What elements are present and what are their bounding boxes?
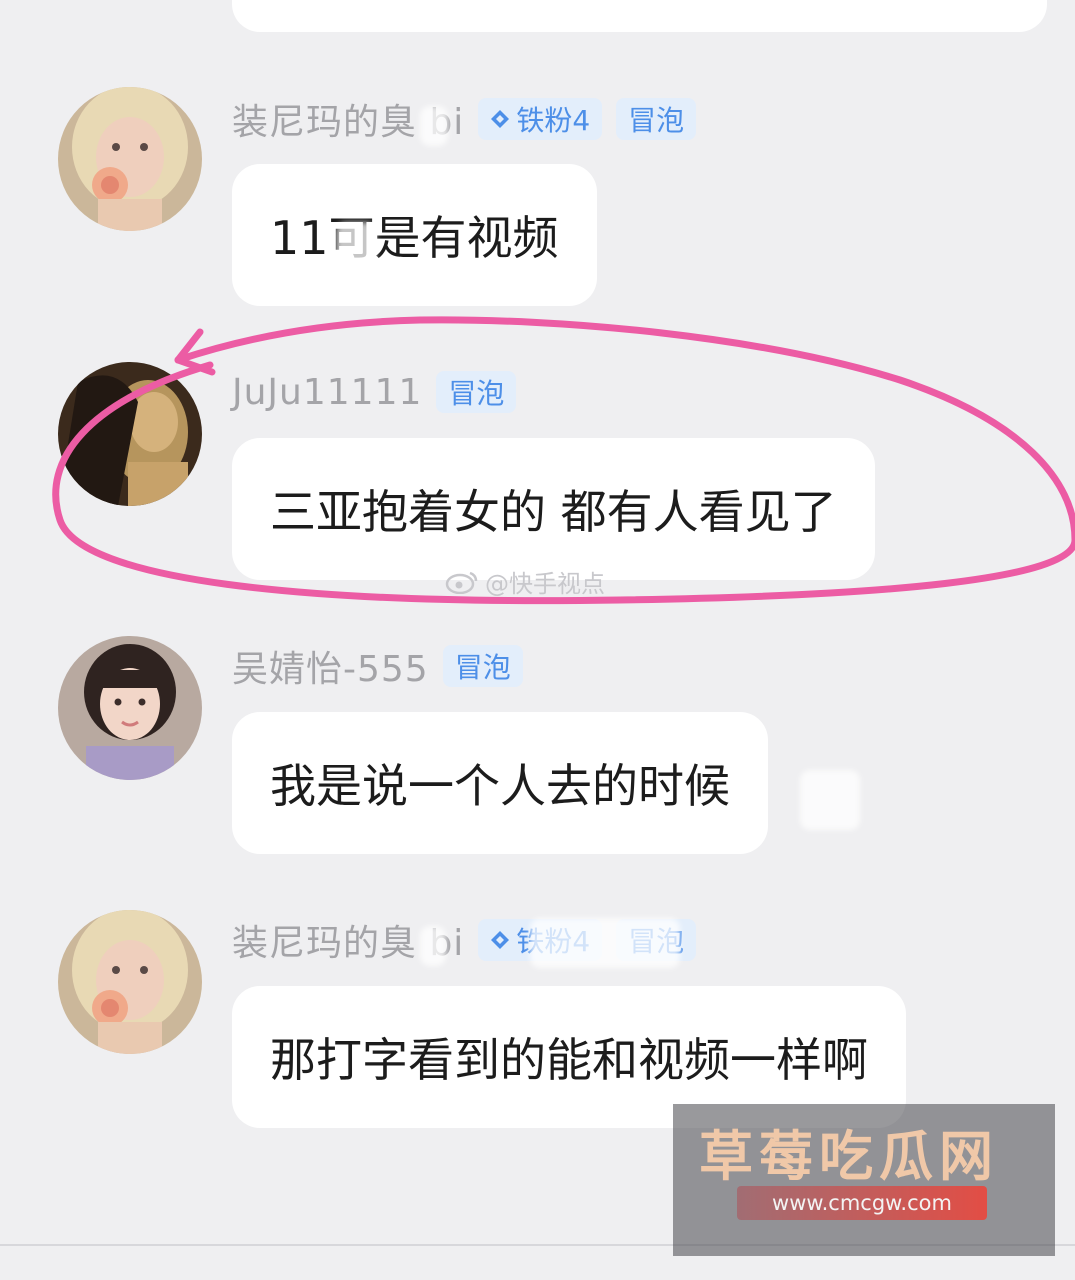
message-bubble[interactable]: 11可是有视频 (232, 164, 597, 306)
previous-message-bubble (232, 0, 1047, 32)
smudge-mark (800, 770, 860, 830)
bubble-badge: 冒泡 (616, 98, 697, 140)
avatar[interactable] (58, 910, 202, 1054)
avatar[interactable] (58, 362, 202, 506)
avatar[interactable] (58, 87, 202, 231)
site-watermark: 草莓吃瓜网 www.cmcgw.com (673, 1104, 1055, 1256)
username[interactable]: JuJu11111 (232, 372, 422, 413)
bubble-badge: 冒泡 (436, 371, 517, 413)
message-bubble[interactable]: 三亚抱着女的 都有人看见了 (232, 438, 875, 580)
message-bubble[interactable]: 我是说一个人去的时候 (232, 712, 768, 854)
smudge-mark (530, 918, 680, 968)
diamond-icon (491, 110, 510, 128)
avatar[interactable] (58, 636, 202, 780)
diamond-icon (491, 931, 510, 949)
site-url: www.cmcgw.com (737, 1186, 987, 1220)
fan-badge: 铁粉4 (478, 98, 603, 140)
smudge-mark (336, 222, 376, 266)
weibo-eye-icon (445, 571, 478, 594)
bubble-badge: 冒泡 (442, 645, 523, 687)
site-name: 草莓吃瓜网 (699, 1125, 999, 1188)
smudge-mark (420, 106, 448, 146)
weibo-watermark: @快手视点 (445, 564, 605, 599)
smudge-mark (420, 926, 446, 966)
username[interactable]: 吴婧怡-555 (232, 640, 429, 692)
